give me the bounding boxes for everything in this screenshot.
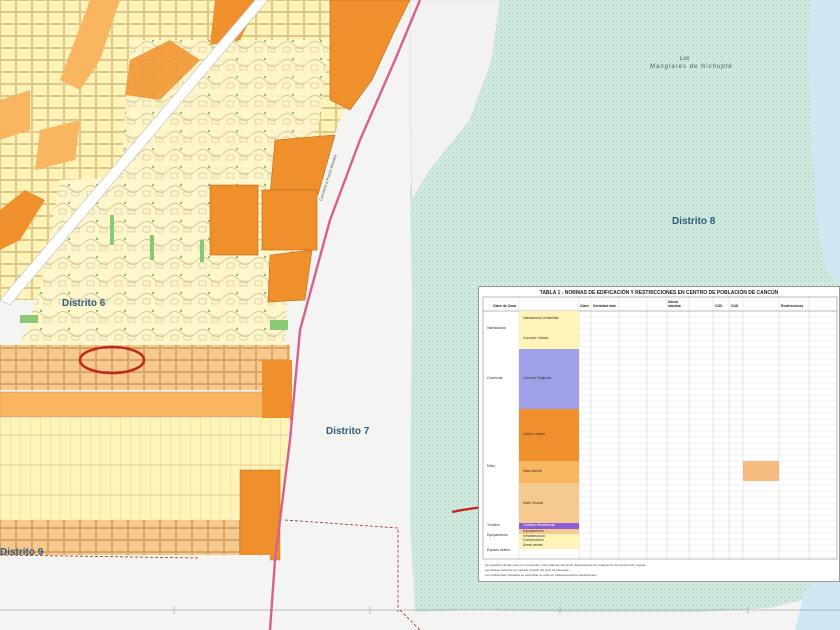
zone-5: Mixto Barrial: [523, 469, 542, 473]
hdr-key: Clave: [580, 304, 590, 308]
hdr-restrictions: Restricciones: [781, 304, 804, 308]
group-comercial: Comercial: [487, 376, 503, 380]
mangrove-label-1: Los: [680, 56, 690, 62]
zone-2: Corredor Urbano: [523, 336, 549, 340]
hdr-density: Densidad máx.: [593, 304, 617, 308]
footer-4: Áreas verdes: [523, 543, 543, 547]
mangrove-label-2: Manglares de Nichupté: [650, 64, 733, 70]
zone-6: Mixto Vecinal: [523, 501, 543, 505]
district-6-label: Distrito 6: [62, 298, 106, 309]
hdr-cus: CUS: [731, 304, 739, 308]
district-8-label: Distrito 8: [672, 216, 716, 227]
note-1: La superficie de lote para uso comercial…: [485, 563, 647, 567]
zone-4: Centro Urbano: [523, 432, 546, 436]
zone-1: Habitacional Unifamiliar: [523, 316, 559, 320]
footer-5: Espacio abierto: [487, 548, 511, 552]
district-9-label: Distrito 9: [0, 547, 44, 558]
hdr-height: Altura máxima: [668, 300, 681, 308]
footer-3: Conservación: [523, 538, 544, 542]
hdr-zone: Clave de Zona: [493, 304, 516, 308]
district-7-label: Distrito 7: [326, 426, 370, 437]
zone-3: Corredor Regional: [523, 376, 551, 380]
map-canvas[interactable]: Distrito 6 Distrito 7 Distrito 8 Distrit…: [0, 0, 840, 630]
zone-7: Turístico Residencial: [523, 523, 555, 527]
note-3: Los coeficientes indicados en esta tabla…: [485, 573, 598, 577]
norms-table: TABLA 1 - NORMAS DE EDIFICACIÓN Y RESTRI…: [478, 286, 840, 582]
group-habitacional: Habitacional: [487, 326, 506, 330]
footer-1: Equipamiento: [523, 529, 544, 533]
group-mixto: Mixto: [487, 464, 496, 468]
group-turistico: Turístico: [487, 523, 500, 527]
note-2: Las alturas máximas se contarán a partir…: [485, 568, 570, 572]
group-equipamiento: Equipamiento: [487, 533, 508, 537]
hdr-cos: COS: [715, 304, 723, 308]
